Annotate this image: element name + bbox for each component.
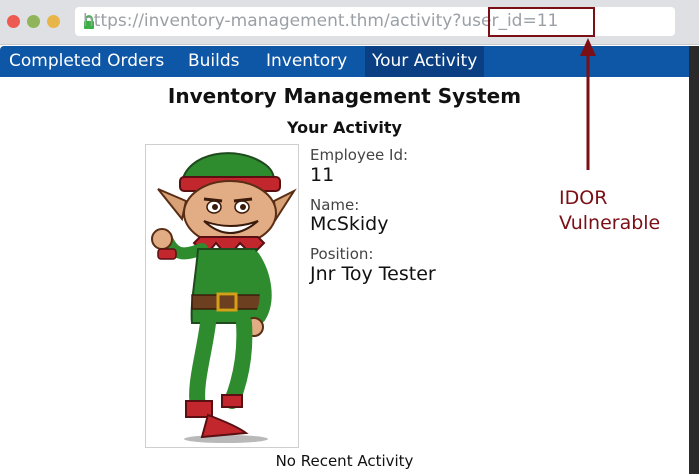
annotation-label: IDOR Vulnerable: [559, 186, 660, 236]
annotation-line-1: IDOR: [559, 187, 608, 209]
annotation-arrow: [580, 38, 596, 170]
annotation-line-2: Vulnerable: [559, 212, 661, 234]
